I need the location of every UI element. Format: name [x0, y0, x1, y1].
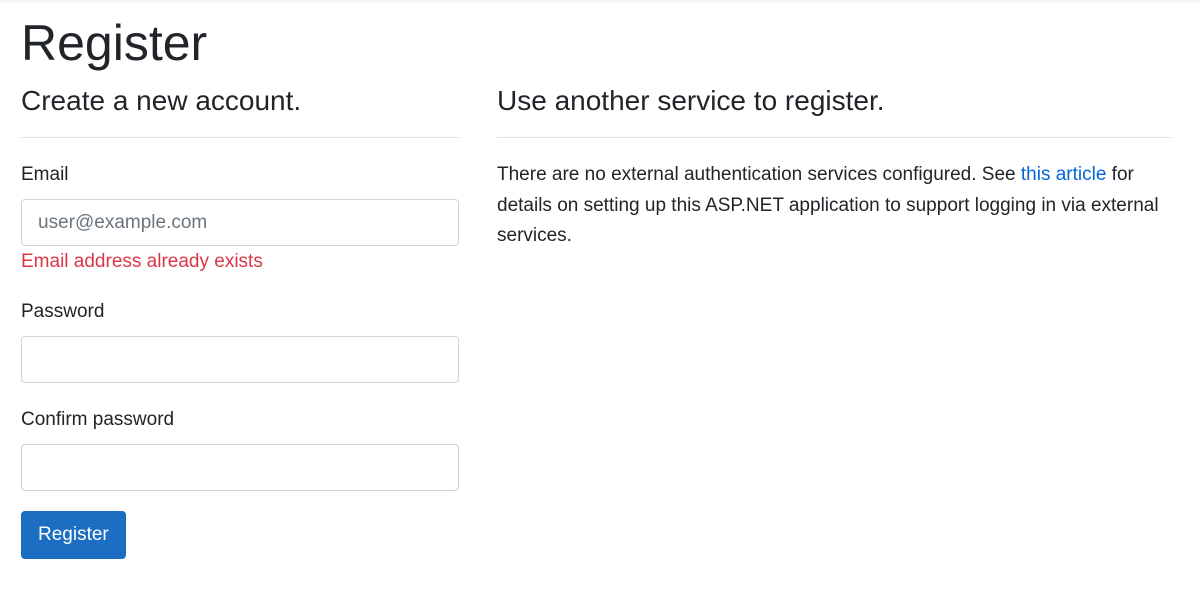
info-text-start: There are no external authentication ser…	[497, 164, 1021, 185]
external-services-info: There are no external authentication ser…	[497, 160, 1171, 252]
top-bar	[0, 0, 1200, 3]
password-label: Password	[21, 301, 105, 322]
right-divider	[497, 137, 1171, 138]
email-error-message: Email address already exists	[21, 251, 263, 272]
email-field[interactable]	[21, 199, 459, 246]
external-login-column: Use another service to register. There a…	[497, 78, 1171, 246]
register-form-column: Create a new account. Email Email addres…	[21, 78, 459, 559]
register-button[interactable]: Register	[21, 511, 126, 559]
page-title: Register	[21, 15, 208, 71]
confirm-password-label: Confirm password	[21, 409, 175, 430]
this-article-link[interactable]: this article	[1021, 164, 1107, 185]
left-divider	[21, 137, 459, 138]
confirm-password-field[interactable]	[21, 444, 459, 491]
create-account-heading: Create a new account.	[21, 85, 302, 116]
external-services-heading: Use another service to register.	[497, 85, 885, 116]
password-field[interactable]	[21, 336, 459, 383]
email-label: Email	[21, 164, 69, 185]
